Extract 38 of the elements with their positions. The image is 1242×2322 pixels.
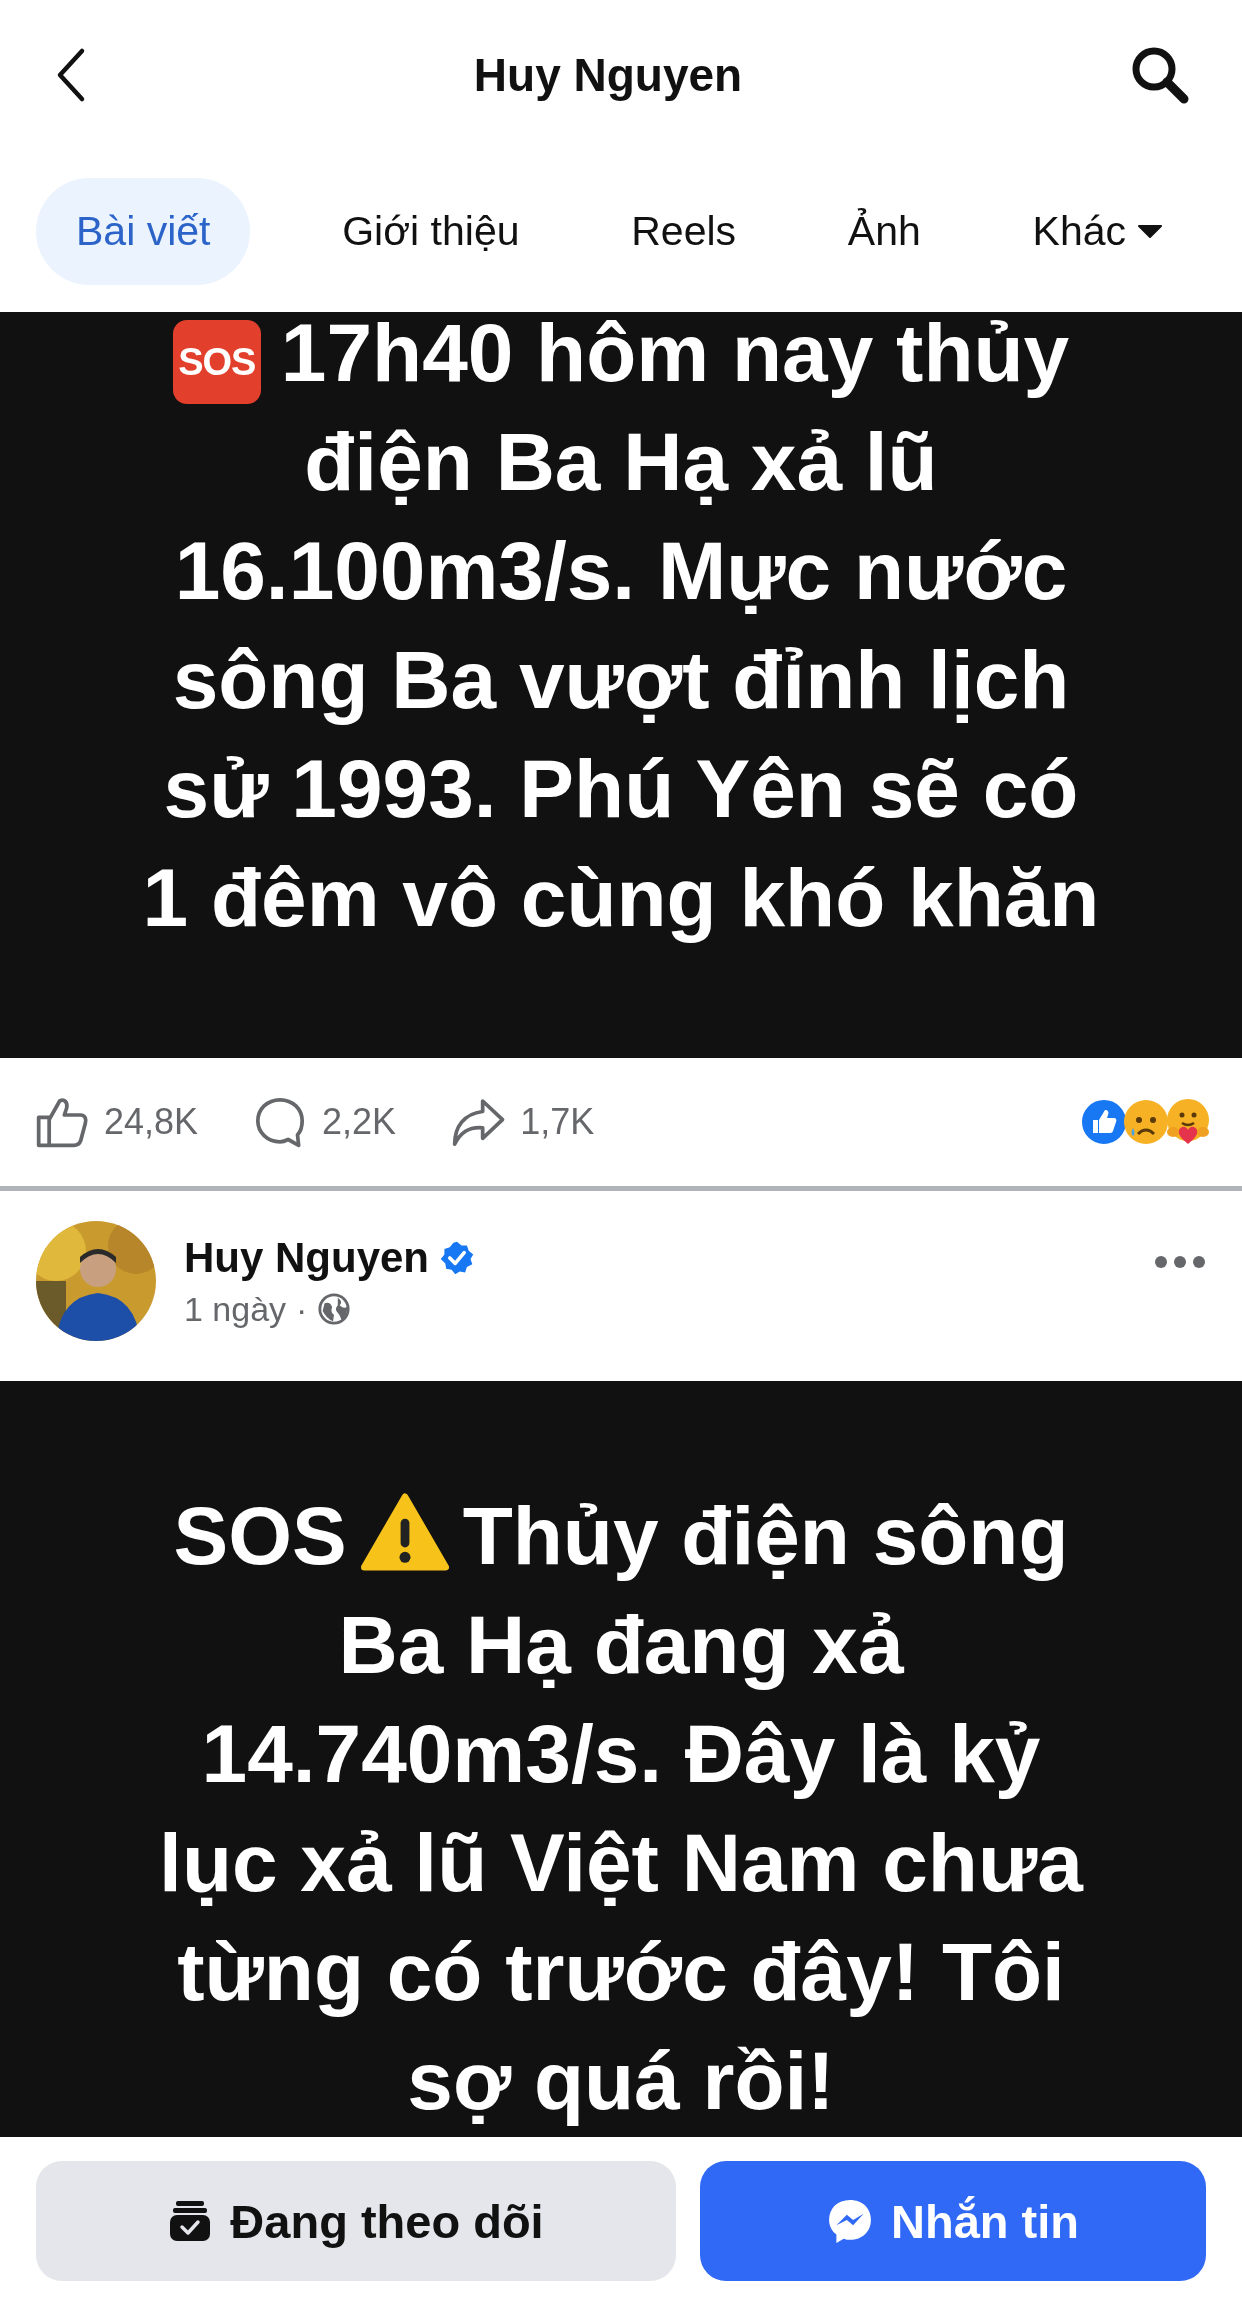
caret-icon xyxy=(1138,224,1162,238)
post-text: lục xả lũ Việt Nam chưa xyxy=(159,1817,1083,1908)
post-text: SOS xyxy=(173,1490,347,1581)
post-text: 14.740m3/s. Đây là kỷ xyxy=(201,1708,1041,1799)
post-text: sông Ba vượt đỉnh lịch xyxy=(172,634,1070,725)
post-text: sử 1993. Phú Yên sẽ có xyxy=(163,743,1079,834)
post-text: sợ quá rồi! xyxy=(407,2035,835,2126)
profile-tab[interactable]: Khác xyxy=(1012,177,1182,285)
separator-dot: · xyxy=(296,1289,308,1329)
author-name[interactable]: Huy Nguyen xyxy=(184,1233,430,1282)
more-options-icon[interactable] xyxy=(1154,1255,1206,1269)
profile-tab[interactable]: Bài viết xyxy=(36,177,251,285)
like-reaction-icon xyxy=(1080,1098,1128,1146)
post-text: từng có trước đây! Tôi xyxy=(177,1926,1065,2017)
sad-face-icon xyxy=(1122,1098,1170,1146)
post-text: 17h40 hôm nay thủy xyxy=(280,312,1070,398)
post-text: Thủy điện sông xyxy=(462,1490,1069,1581)
search-icon[interactable] xyxy=(1130,45,1190,105)
comment-count: 2,2K xyxy=(322,1101,397,1143)
inbox-check-icon xyxy=(168,2199,213,2243)
share-count: 1,7K xyxy=(520,1101,595,1143)
globe-icon xyxy=(317,1292,352,1326)
post-text: điện Ba Hạ xả lũ xyxy=(304,416,938,507)
post-text: 16.100m3/s. Mực nước xyxy=(174,525,1068,616)
profile-tab[interactable]: Ảnh xyxy=(827,177,941,285)
profile-tab[interactable]: Reels xyxy=(611,177,757,285)
sos-badge: SOS xyxy=(172,320,261,404)
post-text: 1 đêm vô cùng khó khăn xyxy=(142,852,1100,943)
back-icon[interactable] xyxy=(56,47,86,103)
page-title: Huy Nguyen xyxy=(473,48,743,102)
following-button[interactable]: Đang theo dõi xyxy=(36,2161,676,2281)
hug-face-icon xyxy=(1164,1098,1212,1146)
post-text: Ba Hạ đang xả xyxy=(338,1599,904,1690)
like-count: 24,8K xyxy=(104,1101,199,1143)
messenger-icon xyxy=(827,2198,873,2244)
post-time: 1 ngày xyxy=(184,1289,287,1329)
profile-tab[interactable]: Giới thiệu xyxy=(322,177,540,285)
message-button[interactable]: Nhắn tin xyxy=(700,2161,1206,2281)
